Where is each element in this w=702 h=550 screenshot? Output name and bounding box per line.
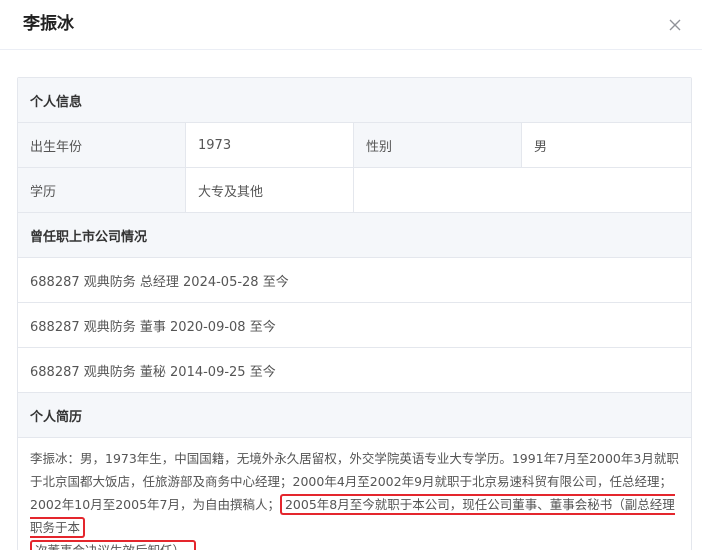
info-table: 个人信息 出生年份 1973 性别 男 学历 大专及其他 曾任职上市公司情况 6… — [17, 77, 692, 550]
dialog-title: 李振冰 — [23, 14, 74, 34]
birth-year-value: 1973 — [186, 123, 354, 167]
position-item: 688287 观典防务 董事 2020-09-08 至今 — [18, 303, 691, 348]
education-value: 大专及其他 — [186, 168, 354, 212]
empty-cell — [354, 168, 691, 212]
dialog-header: 李振冰 — [0, 0, 702, 50]
bio-highlight-2: 次董事会决议生效后卸任）。 — [30, 540, 197, 550]
gender-label: 性别 — [354, 123, 522, 167]
info-row-1: 出生年份 1973 性别 男 — [18, 123, 691, 168]
gender-value: 男 — [534, 139, 548, 155]
position-item: 688287 观典防务 总经理 2024-05-28 至今 — [18, 258, 691, 303]
bio-content: 李振冰：男，1973年生，中国国籍，无境外永久居留权，外交学院英语专业大专学历。… — [18, 438, 691, 550]
close-icon[interactable] — [664, 14, 686, 36]
info-row-2: 学历 大专及其他 — [18, 168, 691, 213]
education-label: 学历 — [18, 168, 186, 212]
section-positions: 曾任职上市公司情况 — [18, 213, 691, 258]
position-item: 688287 观典防务 董秘 2014-09-25 至今 — [18, 348, 691, 393]
section-bio: 个人简历 — [18, 393, 691, 438]
birth-year-label: 出生年份 — [18, 123, 186, 167]
bio-text: 李振冰：男，1973年生，中国国籍，无境外永久居留权，外交学院英语专业大专学历。… — [30, 447, 685, 550]
section-personal-info: 个人信息 — [18, 78, 691, 123]
